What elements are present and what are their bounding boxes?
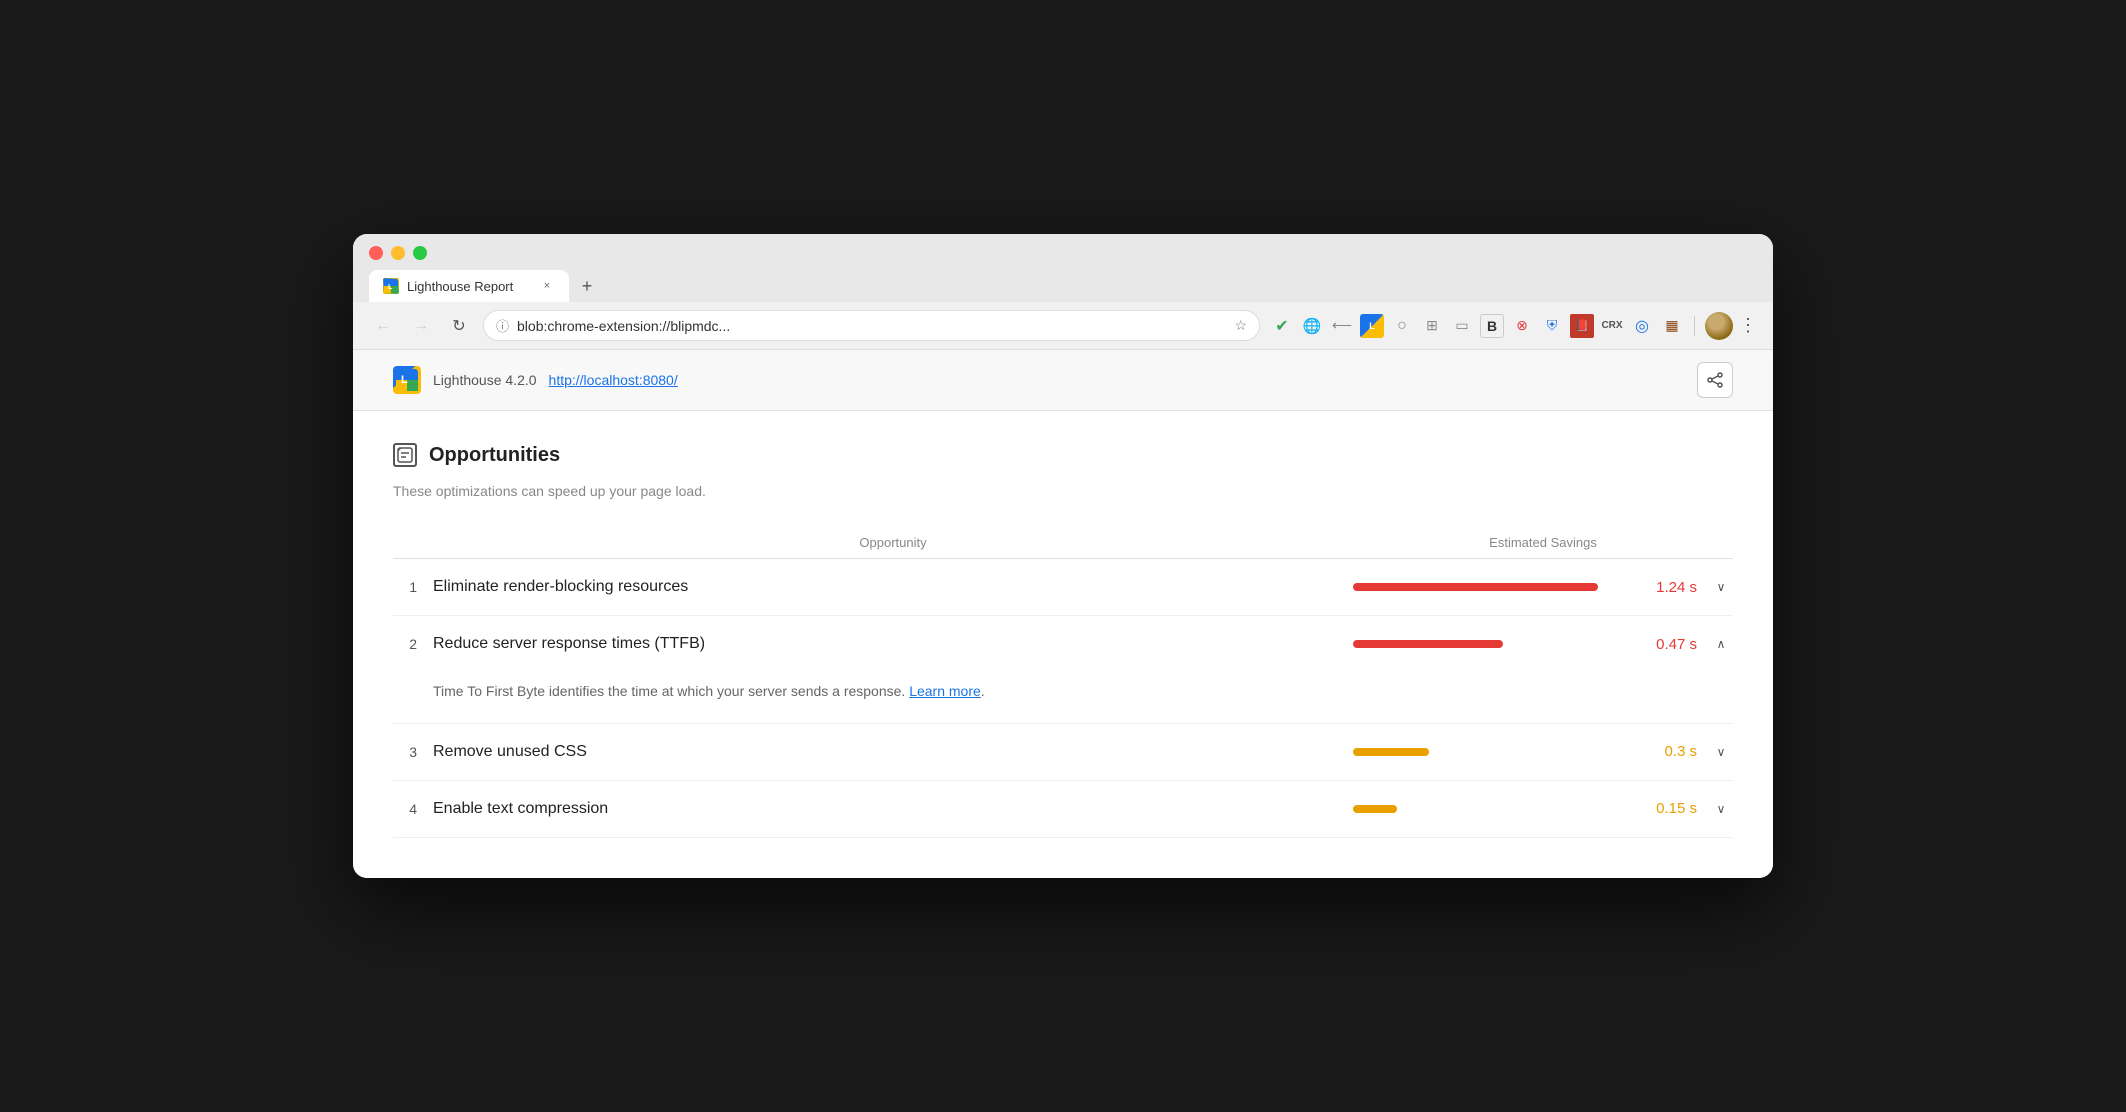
row-label: Eliminate render-blocking resources (433, 578, 1353, 596)
active-tab[interactable]: L Lighthouse Report × (369, 270, 569, 302)
svg-text:L: L (388, 284, 393, 291)
savings-bar-container (1353, 805, 1625, 813)
book-icon[interactable]: 📕 (1570, 314, 1594, 338)
table-row: 3 Remove unused CSS 0.3 s ∨ (393, 724, 1733, 781)
tabs-row: L Lighthouse Report × + (369, 270, 1757, 302)
more-options-button[interactable]: ⋮ (1739, 315, 1757, 336)
back-button[interactable]: ← (369, 312, 397, 340)
browser-window: L Lighthouse Report × + ← → ↻ ⓘ blob:chr… (353, 234, 1773, 877)
row-number: 3 (393, 744, 433, 760)
tab-title: Lighthouse Report (407, 279, 531, 294)
main-content: Opportunities These optimizations can sp… (353, 411, 1773, 877)
shield-icon[interactable]: ⛨ (1540, 314, 1564, 338)
globe-icon[interactable]: 🌐 (1300, 314, 1324, 338)
row-number: 2 (393, 636, 433, 652)
new-tab-button[interactable]: + (573, 272, 601, 300)
lighthouse-version: Lighthouse 4.2.0 (433, 372, 537, 388)
navigation-bar: ← → ↻ ⓘ blob:chrome-extension://blipmdc.… (353, 302, 1773, 350)
minimize-window-button[interactable] (391, 246, 405, 260)
refresh-button[interactable]: ↻ (445, 312, 473, 340)
savings-bar-container (1353, 583, 1625, 591)
address-bar[interactable]: ⓘ blob:chrome-extension://blipmdc... ☆ (483, 310, 1260, 341)
opportunities-icon (393, 443, 417, 467)
savings-value: 0.3 s (1637, 743, 1697, 760)
b-extension-icon[interactable]: B (1480, 314, 1504, 338)
savings-bar (1353, 805, 1397, 813)
lighthouse-header: L Lighthouse 4.2.0 http://localhost:8080… (353, 350, 1773, 411)
savings-bar-container (1353, 640, 1625, 648)
savings-value: 1.24 s (1637, 579, 1697, 596)
crx-icon[interactable]: CRX (1600, 314, 1624, 338)
savings-value: 0.15 s (1637, 800, 1697, 817)
maximize-window-button[interactable] (413, 246, 427, 260)
share-button[interactable] (1697, 362, 1733, 398)
lighthouse-toolbar-icon[interactable]: L (1360, 314, 1384, 338)
savings-bar-container (1353, 748, 1625, 756)
table-row: 2 Reduce server response times (TTFB) 0.… (393, 616, 1733, 672)
separator (1694, 316, 1695, 336)
svg-text:L: L (401, 374, 408, 386)
table-row: 4 Enable text compression 0.15 s ∨ (393, 781, 1733, 838)
row-label: Remove unused CSS (433, 743, 1353, 761)
traffic-lights (369, 246, 1757, 260)
toolbar-icons: ✔ 🌐 ⟵ L ○ ⊞ ▭ B ⊗ ⛨ 📕 CRX (1270, 312, 1757, 340)
section-description: These optimizations can speed up your pa… (393, 483, 1733, 499)
row-label: Reduce server response times (TTFB) (433, 635, 1353, 653)
savings-value: 0.47 s (1637, 636, 1697, 653)
bookmark-icon: ☆ (1234, 317, 1247, 334)
expanded-description: Time To First Byte identifies the time a… (433, 680, 1733, 702)
row-label: Enable text compression (433, 800, 1353, 818)
lighthouse-url[interactable]: http://localhost:8080/ (549, 372, 678, 388)
savings-bar (1353, 748, 1429, 756)
tab-favicon: L (383, 278, 399, 294)
forward-button[interactable]: → (407, 312, 435, 340)
green-check-icon[interactable]: ✔ (1270, 314, 1294, 338)
expand-button[interactable]: ∨ (1709, 740, 1733, 764)
profile-avatar[interactable] (1705, 312, 1733, 340)
opportunities-list: 1 Eliminate render-blocking resources 1.… (393, 559, 1733, 837)
monitor-icon[interactable]: ▭ (1450, 314, 1474, 338)
grid-icon[interactable]: ⊞ (1420, 314, 1444, 338)
row-savings: 0.3 s ∨ (1353, 740, 1733, 764)
savings-bar (1353, 583, 1598, 591)
media-icon[interactable]: ⟵ (1330, 314, 1354, 338)
col-savings-header: Estimated Savings (1353, 535, 1733, 550)
section-header: Opportunities (393, 443, 1733, 467)
section-title: Opportunities (429, 444, 560, 467)
table-header: Opportunity Estimated Savings (393, 527, 1733, 559)
circle-icon[interactable]: ○ (1390, 314, 1414, 338)
savings-bar (1353, 640, 1503, 648)
row-savings: 1.24 s ∨ (1353, 575, 1733, 599)
table-row: 1 Eliminate render-blocking resources 1.… (393, 559, 1733, 616)
learn-more-link[interactable]: Learn more (909, 683, 981, 699)
lighthouse-logo: L (393, 366, 421, 394)
expand-button[interactable]: ∨ (1709, 797, 1733, 821)
row-savings: 0.47 s ∧ (1353, 632, 1733, 656)
info-icon: ⓘ (496, 316, 509, 335)
row-number: 1 (393, 579, 433, 595)
target-icon[interactable]: ⊗ (1510, 314, 1534, 338)
grid-brown-icon[interactable]: ▦ (1660, 314, 1684, 338)
close-window-button[interactable] (369, 246, 383, 260)
expand-button[interactable]: ∨ (1709, 575, 1733, 599)
lighthouse-brand: L Lighthouse 4.2.0 http://localhost:8080… (393, 366, 678, 394)
row-number: 4 (393, 801, 433, 817)
tab-close-button[interactable]: × (539, 278, 555, 294)
title-bar: L Lighthouse Report × + (353, 234, 1773, 302)
blue-circle-icon[interactable]: ◎ (1630, 314, 1654, 338)
row-savings: 0.15 s ∨ (1353, 797, 1733, 821)
expanded-details: Time To First Byte identifies the time a… (393, 672, 1733, 723)
address-text: blob:chrome-extension://blipmdc... (517, 318, 1226, 334)
col-opportunity-header: Opportunity (393, 535, 1353, 550)
collapse-button[interactable]: ∧ (1709, 632, 1733, 656)
